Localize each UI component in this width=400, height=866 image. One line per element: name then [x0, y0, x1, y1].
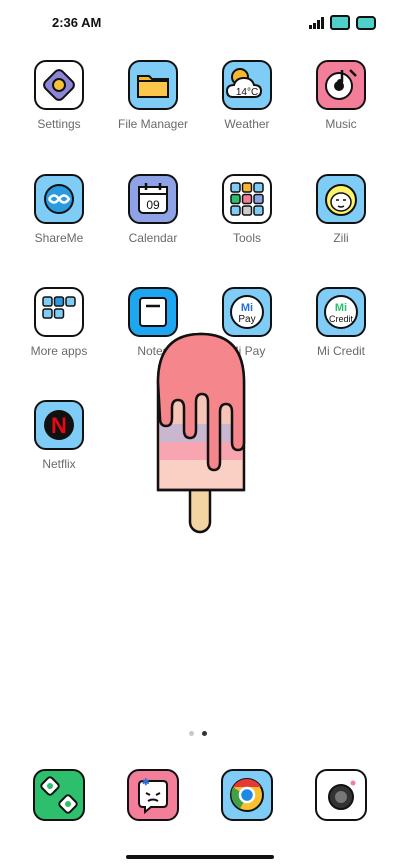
svg-text:✱: ✱	[142, 777, 150, 787]
app-label: More apps	[30, 344, 88, 358]
mi-credit-line1: Mi	[335, 302, 347, 314]
chrome-icon	[221, 769, 273, 821]
battery-icon	[356, 15, 376, 30]
sim-icon	[330, 15, 350, 30]
app-file-manager[interactable]: File Manager	[106, 60, 200, 131]
mi-credit-line2: Credit	[329, 314, 354, 324]
app-label: Zili	[333, 231, 349, 245]
app-label: Music	[325, 117, 357, 131]
folder-icon	[128, 60, 178, 110]
status-bar: 2:36 AM	[0, 0, 400, 44]
dock-camera[interactable]	[315, 769, 367, 821]
messages-icon: ✱	[127, 769, 179, 821]
app-weather[interactable]: 14°C Weather	[200, 60, 294, 131]
app-label: File Manager	[117, 117, 189, 131]
notes-icon	[128, 287, 178, 337]
dock-messages[interactable]: ✱	[127, 769, 179, 821]
page-indicator	[189, 731, 207, 736]
more-apps-folder-icon	[34, 287, 84, 337]
camera-icon	[315, 769, 367, 821]
netflix-letter: N	[51, 413, 67, 438]
netflix-icon: N	[34, 400, 84, 450]
app-label: Settings	[37, 117, 81, 131]
popsicle-decoration	[156, 332, 246, 534]
status-time: 2:36 AM	[52, 15, 102, 30]
mi-pay-line2: Pay	[238, 314, 255, 325]
mi-credit-icon: Mi Credit	[316, 287, 366, 337]
mi-pay-icon: Mi Pay	[222, 287, 272, 337]
app-tools[interactable]: Tools	[200, 174, 294, 245]
app-settings[interactable]: Settings	[12, 60, 106, 131]
page-dot-active[interactable]	[202, 731, 207, 736]
app-label: Calendar	[128, 231, 178, 245]
status-icons	[309, 15, 376, 30]
app-music[interactable]: Music	[294, 60, 388, 131]
app-more-apps[interactable]: More apps	[12, 287, 106, 358]
weather-temp: 14°C	[236, 87, 258, 98]
phone-icon	[33, 769, 85, 821]
zili-icon	[316, 174, 366, 224]
calendar-date: 09	[146, 198, 160, 212]
app-label: ShareMe	[34, 231, 84, 245]
dock-phone[interactable]	[33, 769, 85, 821]
app-calendar[interactable]: 09 Calendar	[106, 174, 200, 245]
app-label: Tools	[232, 231, 261, 245]
signal-icon	[309, 16, 324, 29]
app-netflix[interactable]: N Netflix	[12, 400, 106, 471]
mi-pay-line1: Mi	[241, 302, 253, 314]
app-shareme[interactable]: ShareMe	[12, 174, 106, 245]
settings-icon	[34, 60, 84, 110]
tools-folder-icon	[222, 174, 272, 224]
app-label: Weather	[224, 117, 270, 131]
weather-icon: 14°C	[222, 60, 272, 110]
dock-chrome[interactable]	[221, 769, 273, 821]
home-indicator[interactable]	[126, 855, 274, 859]
page-dot[interactable]	[189, 731, 194, 736]
app-label: Mi Credit	[316, 344, 365, 358]
app-zili[interactable]: Zili	[294, 174, 388, 245]
music-icon	[316, 60, 366, 110]
calendar-icon: 09	[128, 174, 178, 224]
app-label: Netflix	[42, 457, 76, 471]
shareme-icon	[34, 174, 84, 224]
app-mi-credit[interactable]: Mi Credit Mi Credit	[294, 287, 388, 358]
